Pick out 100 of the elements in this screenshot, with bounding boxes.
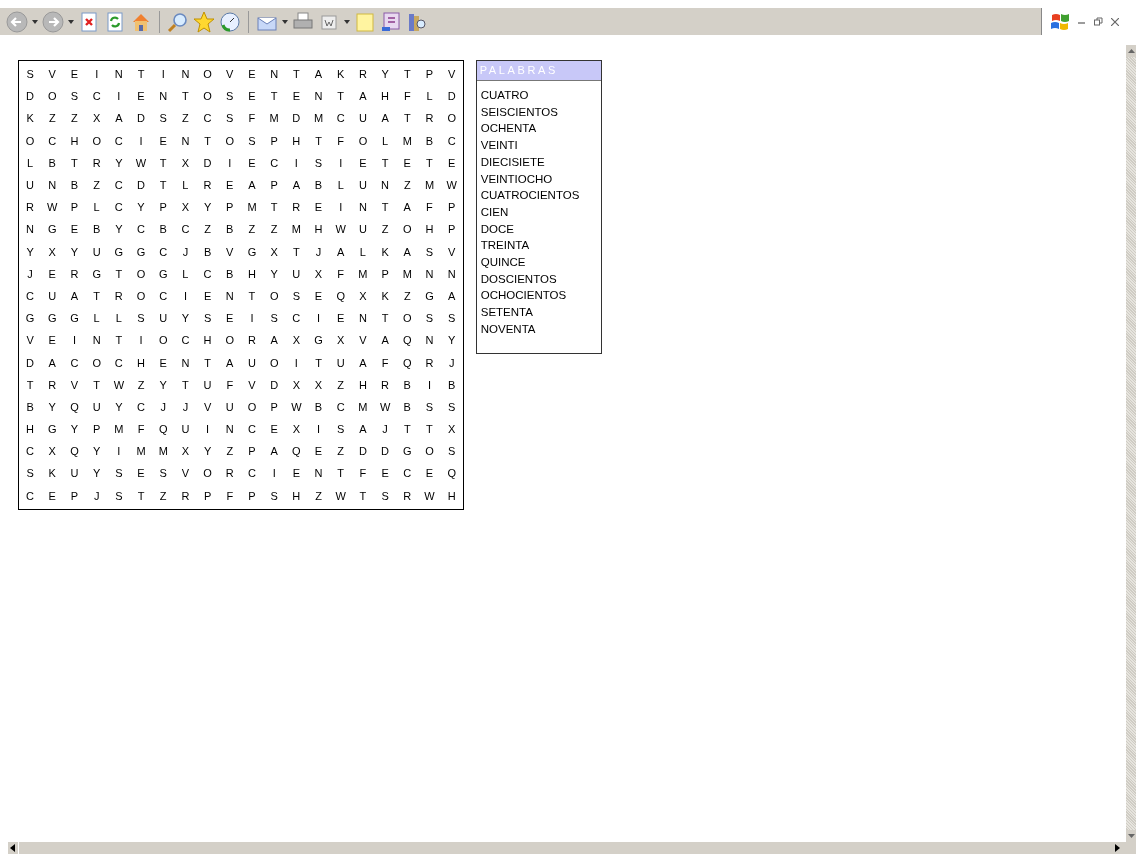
grid-letter: P: [69, 488, 80, 504]
grid-letter: D: [380, 444, 391, 460]
grid-letter: U: [357, 111, 368, 127]
grid-letter: X: [291, 333, 301, 349]
grid-letter: B: [158, 222, 168, 238]
grid-letter: S: [225, 89, 235, 105]
grid-letter: S: [447, 399, 457, 415]
grid-letter: X: [313, 266, 324, 282]
grid-letter: I: [138, 133, 144, 149]
grid-letter: M: [357, 266, 369, 282]
grid-letter: A: [358, 89, 368, 105]
grid-letter: M: [357, 399, 369, 415]
grid-letter: S: [380, 488, 390, 504]
grid-letter: K: [336, 67, 346, 83]
grid-letter: L: [425, 89, 434, 105]
word-item: DOCE: [480, 221, 515, 237]
grid-letter: G: [424, 288, 435, 304]
grid-letter: P: [447, 222, 457, 238]
grid-letter: S: [136, 311, 146, 327]
grid-letter: P: [247, 444, 257, 460]
grid-letter: T: [291, 244, 301, 260]
word-item: CUATRO: [480, 88, 530, 103]
grid-letter: G: [157, 266, 169, 282]
grid-letter: J: [447, 355, 456, 371]
grid-letter: Q: [446, 466, 457, 482]
caret-icon[interactable]: [32, 19, 38, 24]
grid-letter: G: [24, 311, 36, 327]
grid-letter: H: [25, 422, 36, 438]
grid-letter: C: [113, 178, 124, 194]
grid-letter: S: [424, 244, 435, 260]
caret-icon[interactable]: [282, 19, 288, 24]
restore-icon[interactable]: [1094, 17, 1103, 26]
grid-letter: T: [402, 422, 412, 438]
grid-letter: X: [358, 288, 368, 304]
grid-letter: U: [202, 377, 213, 393]
grid-letter: C: [47, 133, 58, 149]
grid-letter: N: [113, 67, 124, 83]
grid-letter: O: [91, 355, 102, 371]
scroll-right-icon[interactable]: [1112, 844, 1122, 852]
grid-letter: T: [380, 311, 390, 327]
grid-letter: C: [113, 355, 124, 371]
caret-icon[interactable]: [344, 19, 350, 24]
grid-letter: R: [380, 377, 391, 393]
grid-letter: I: [249, 311, 255, 327]
horizontal-scrollbar[interactable]: [8, 842, 1136, 854]
scroll-up-icon[interactable]: [1127, 49, 1135, 53]
grid-letter: F: [225, 488, 235, 504]
star-icon[interactable]: [193, 10, 215, 33]
word-item: QUINCE: [480, 255, 527, 271]
grid-letter: Y: [158, 377, 168, 393]
caret-icon[interactable]: [68, 19, 74, 24]
grid-letter: U: [25, 178, 36, 194]
grid-letter: I: [116, 89, 122, 105]
grid-letter: X: [47, 244, 57, 260]
grid-letter: B: [313, 399, 324, 415]
grid-letter: W: [445, 178, 458, 194]
history-icon[interactable]: [219, 10, 241, 33]
grid-letter: T: [269, 89, 279, 105]
vertical-scrollbar[interactable]: [1126, 45, 1136, 842]
grid-letter: H: [446, 488, 457, 504]
grid-letter: Y: [114, 222, 124, 238]
grid-letter: Y: [136, 200, 146, 216]
grid-letter: F: [380, 355, 390, 371]
grid-letter: T: [314, 355, 323, 371]
stop-icon[interactable]: [78, 10, 100, 33]
grid-letter: A: [225, 355, 235, 371]
grid-letter: A: [336, 244, 346, 260]
grid-letter: H: [202, 333, 213, 349]
scroll-down-icon[interactable]: [1127, 834, 1135, 838]
grid-letter: I: [205, 422, 211, 438]
grid-letter: N: [180, 67, 191, 83]
grid-letter: F: [425, 200, 434, 216]
grid-letter: J: [314, 244, 323, 260]
grid-letter: S: [202, 311, 213, 327]
refresh-icon[interactable]: [104, 10, 126, 33]
grid-letter: C: [113, 200, 124, 216]
grid-letter: V: [447, 67, 457, 83]
grid-letter: C: [91, 89, 102, 105]
grid-letter: A: [269, 444, 279, 460]
grid-letter: J: [92, 488, 101, 504]
grid-letter: D: [136, 178, 146, 194]
scroll-left-icon[interactable]: [8, 844, 18, 852]
grid-letter: P: [269, 133, 279, 149]
grid-letter: J: [159, 399, 167, 415]
grid-letter: C: [446, 133, 457, 149]
grid-letter: B: [424, 133, 435, 149]
close-icon[interactable]: [1111, 17, 1119, 26]
grid-letter: H: [424, 222, 435, 238]
search-icon[interactable]: [167, 10, 189, 33]
grid-letter: T: [181, 377, 190, 393]
grid-letter: P: [92, 422, 102, 438]
grid-letter: D: [357, 444, 368, 460]
grid-letter: U: [247, 355, 257, 371]
grid-letter: X: [47, 444, 57, 460]
grid-letter: U: [158, 311, 169, 327]
grid-letter: O: [224, 333, 236, 349]
word-item: SETENTA: [480, 305, 534, 321]
grid-letter: O: [402, 311, 413, 327]
grid-letter: Y: [69, 422, 80, 438]
grid-letter: V: [225, 67, 235, 83]
